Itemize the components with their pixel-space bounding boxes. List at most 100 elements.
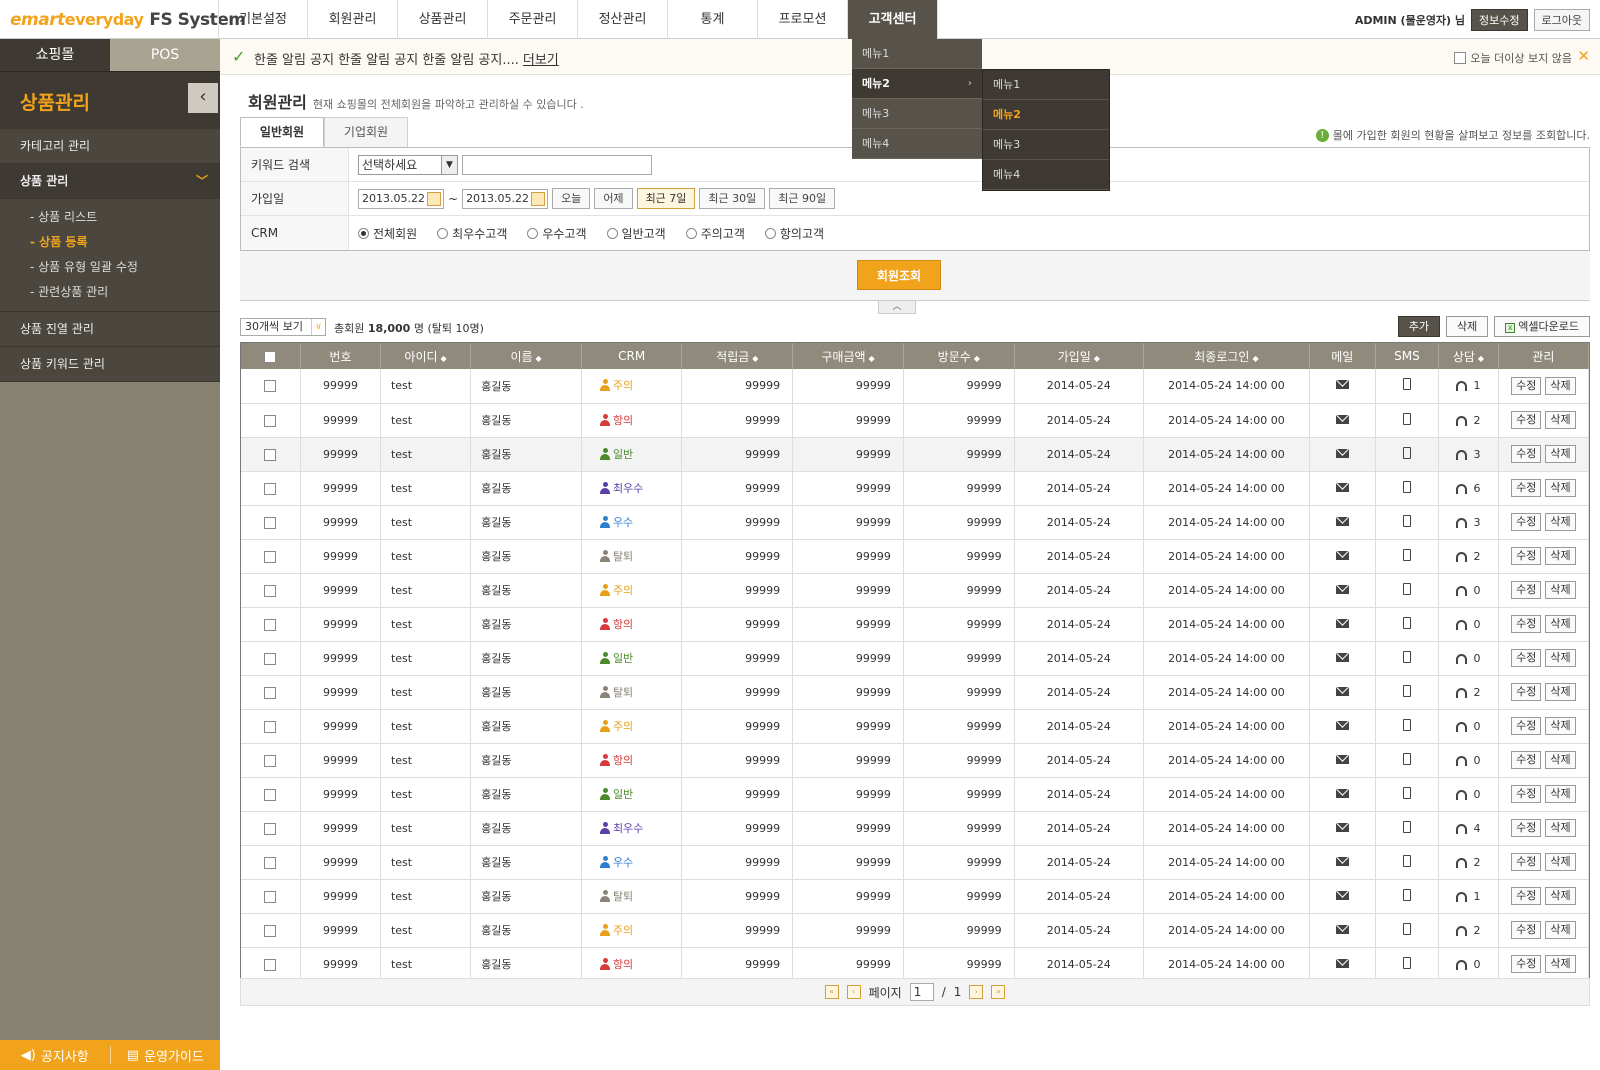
hide-today[interactable]: 오늘 더이상 보지 않음 <box>1454 50 1572 66</box>
row-checkbox[interactable] <box>264 788 277 801</box>
sidebar-item-display[interactable]: 상품 진열 관리 <box>0 312 220 347</box>
nav-settlement[interactable]: 정산관리 <box>578 0 668 39</box>
phone-icon[interactable] <box>1402 650 1411 663</box>
dropdown-item-2[interactable]: 메뉴2 › <box>852 69 982 99</box>
row-delete-button[interactable]: 삭제 <box>1545 887 1576 905</box>
row-delete-button[interactable]: 삭제 <box>1545 547 1576 565</box>
nav-promotion[interactable]: 프로모션 <box>758 0 848 39</box>
row-checkbox[interactable] <box>264 618 277 631</box>
row-edit-button[interactable]: 수정 <box>1511 376 1542 395</box>
date-7days-button[interactable]: 최근 7일 <box>636 188 696 209</box>
nav-order[interactable]: 주문관리 <box>488 0 578 39</box>
headset-icon[interactable] <box>1456 381 1468 392</box>
tab-general-member[interactable]: 일반회원 <box>240 117 324 147</box>
row-edit-button[interactable]: 수정 <box>1511 513 1542 531</box>
phone-icon[interactable] <box>1402 684 1411 697</box>
sidebar-sub-bulk-edit[interactable]: - 상품 유형 일괄 수정 <box>0 255 220 280</box>
mail-icon[interactable] <box>1335 380 1349 390</box>
row-checkbox[interactable] <box>264 720 277 733</box>
hide-today-checkbox[interactable] <box>1454 52 1467 64</box>
row-checkbox[interactable] <box>264 584 277 597</box>
dropdown-item-3[interactable]: 메뉴3 <box>852 99 982 129</box>
select-all-checkbox[interactable] <box>264 350 277 363</box>
row-checkbox[interactable] <box>264 890 277 903</box>
date-yesterday-button[interactable]: 어제 <box>594 188 633 209</box>
sidebar-item-keyword[interactable]: 상품 키워드 관리 <box>0 347 220 382</box>
row-edit-button[interactable]: 수정 <box>1511 683 1542 701</box>
headset-icon[interactable] <box>1456 755 1468 766</box>
phone-icon[interactable] <box>1402 616 1411 629</box>
phone-icon[interactable] <box>1402 378 1411 391</box>
logo[interactable]: emarteveryday FS System <box>10 10 246 30</box>
mail-icon[interactable] <box>1335 448 1349 458</box>
col-amount[interactable]: 구매금액 ◆ <box>792 343 904 369</box>
phone-icon[interactable] <box>1402 922 1411 935</box>
col-last-login[interactable]: 최종로그인 ◆ <box>1143 343 1311 369</box>
row-checkbox[interactable] <box>264 822 277 835</box>
headset-icon[interactable] <box>1456 551 1468 562</box>
mail-icon[interactable] <box>1335 482 1349 492</box>
search-button[interactable]: 회원조회 <box>857 260 941 290</box>
mail-icon[interactable] <box>1335 788 1349 798</box>
phone-icon[interactable] <box>1402 786 1411 799</box>
headset-icon[interactable] <box>1456 483 1468 494</box>
row-checkbox[interactable] <box>264 448 277 461</box>
sidebar-item-product-manage[interactable]: 상품 관리 ﹀ <box>0 164 220 199</box>
row-delete-button[interactable]: 삭제 <box>1545 411 1576 429</box>
close-icon[interactable]: ✕ <box>1577 47 1590 65</box>
tab-corporate-member[interactable]: 기업회원 <box>324 117 408 147</box>
page-input[interactable]: 1 <box>909 983 934 1001</box>
nav-customer-center[interactable]: 고객센터 <box>848 0 938 39</box>
sidebar-sub-related[interactable]: - 관련상품 관리 <box>0 280 220 305</box>
mail-icon[interactable] <box>1335 720 1349 730</box>
mail-icon[interactable] <box>1335 890 1349 900</box>
guide-link[interactable]: ▤ 운영가이드 <box>111 1040 221 1070</box>
date-30days-button[interactable]: 최근 30일 <box>699 188 766 209</box>
mail-icon[interactable] <box>1335 958 1349 968</box>
sidebar-item-category[interactable]: 카테고리 관리 <box>0 129 220 164</box>
row-edit-button[interactable]: 수정 <box>1511 921 1542 939</box>
row-edit-button[interactable]: 수정 <box>1511 887 1542 905</box>
notice-link[interactable]: ◀) 공지사항 <box>0 1040 110 1070</box>
submenu-item-3[interactable]: 메뉴3 <box>983 130 1109 160</box>
row-checkbox[interactable] <box>264 686 277 699</box>
row-checkbox[interactable] <box>264 856 277 869</box>
phone-icon[interactable] <box>1402 548 1411 561</box>
date-from-input[interactable]: 2013.05.22 <box>358 188 444 209</box>
delete-button[interactable]: 삭제 <box>1446 316 1489 337</box>
sidebar-sub-product-register[interactable]: - 상품 등록 <box>0 230 220 255</box>
headset-icon[interactable] <box>1456 585 1468 596</box>
row-delete-button[interactable]: 삭제 <box>1545 751 1576 769</box>
row-edit-button[interactable]: 수정 <box>1511 751 1542 769</box>
row-delete-button[interactable]: 삭제 <box>1545 479 1576 497</box>
row-checkbox[interactable] <box>264 380 277 393</box>
row-delete-button[interactable]: 삭제 <box>1545 785 1576 803</box>
crm-radio-good[interactable]: 우수고객 <box>527 225 587 242</box>
headset-icon[interactable] <box>1456 449 1468 460</box>
row-delete-button[interactable]: 삭제 <box>1545 581 1576 599</box>
keyword-select[interactable]: 선택하세요 ▼ <box>358 154 458 175</box>
headset-icon[interactable] <box>1456 721 1468 732</box>
row-delete-button[interactable]: 삭제 <box>1545 853 1576 871</box>
prev-page-icon[interactable]: ‹ <box>846 985 861 999</box>
row-delete-button[interactable]: 삭제 <box>1545 819 1576 837</box>
row-checkbox[interactable] <box>264 516 277 529</box>
col-point[interactable]: 적립금 ◆ <box>681 343 794 369</box>
edit-info-button[interactable]: 정보수정 <box>1471 9 1528 31</box>
phone-icon[interactable] <box>1402 956 1411 969</box>
mail-icon[interactable] <box>1335 550 1349 560</box>
col-name[interactable]: 이름 ◆ <box>470 343 582 369</box>
calendar-icon[interactable] <box>427 191 441 206</box>
dropdown-item-4[interactable]: 메뉴4 <box>852 129 982 159</box>
nav-stats[interactable]: 통계 <box>668 0 758 39</box>
row-checkbox[interactable] <box>264 754 277 767</box>
submenu-item-4[interactable]: 메뉴4 <box>983 160 1109 190</box>
phone-icon[interactable] <box>1402 820 1411 833</box>
dropdown-item-1[interactable]: 메뉴1 <box>852 39 982 69</box>
headset-icon[interactable] <box>1456 891 1468 902</box>
mail-icon[interactable] <box>1335 856 1349 866</box>
nav-member[interactable]: 회원관리 <box>308 0 398 39</box>
excel-download-button[interactable]: x 엑셀다운로드 <box>1494 316 1590 337</box>
add-button[interactable]: 추가 <box>1397 316 1441 337</box>
logout-button[interactable]: 로그아웃 <box>1533 9 1590 31</box>
